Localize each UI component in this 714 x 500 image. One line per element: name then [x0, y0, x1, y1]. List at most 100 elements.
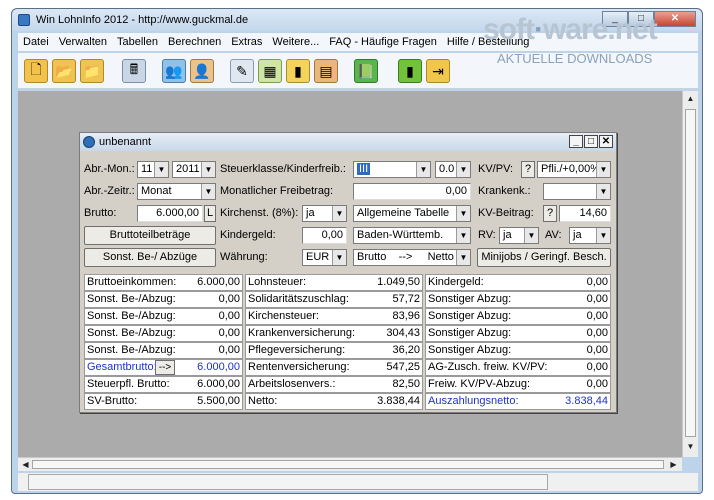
book-icon[interactable]: 📗: [354, 59, 378, 83]
steuerklasse-label: Steuerklasse/Kinderfreib.:: [220, 163, 346, 175]
child-title: unbenannt: [99, 136, 151, 148]
folder-icon[interactable]: 📁: [80, 59, 104, 83]
result-label: AG-Zusch. freiw. KV/PV:: [428, 361, 548, 373]
result-value: 0,00: [218, 310, 240, 322]
result-label: Netto:: [248, 395, 278, 407]
month-value: 11: [141, 163, 153, 175]
watermark-net: .net: [607, 13, 657, 46]
scroll-down-icon[interactable]: ▼: [685, 441, 696, 452]
chevron-down-icon: ▼: [332, 250, 346, 265]
av-value: ja: [573, 229, 582, 241]
exit-icon[interactable]: ⇥: [426, 59, 450, 83]
kv-beitrag-field[interactable]: 14,60: [559, 205, 611, 222]
scroll-right-icon[interactable]: ▶: [668, 459, 679, 470]
menu-verwalten[interactable]: Verwalten: [54, 36, 112, 48]
child-maximize-button[interactable]: □: [584, 135, 598, 148]
result-value: 0,00: [586, 310, 608, 322]
result-value: 6.000,00: [197, 378, 240, 390]
pencil-icon[interactable]: ✎: [230, 59, 254, 83]
result-value: 0,00: [218, 327, 240, 339]
users-icon[interactable]: 👥: [162, 59, 186, 83]
new-doc-icon[interactable]: 🗋: [24, 59, 48, 83]
freibetrag-label: Monatlicher Freibetrag:: [220, 185, 334, 197]
horizontal-scroll-thumb[interactable]: [32, 460, 664, 469]
result-label: Kindergeld:: [428, 276, 484, 288]
bar-chart-icon[interactable]: ▮: [286, 59, 310, 83]
chevron-down-icon: ▼: [416, 162, 430, 177]
rv-select[interactable]: ja ▼: [499, 227, 539, 244]
menu-datei[interactable]: Datei: [18, 36, 54, 48]
chevron-down-icon: ▼: [456, 162, 470, 177]
open-folder-icon[interactable]: 📂: [52, 59, 76, 83]
kirchenst-select[interactable]: ja ▼: [302, 205, 347, 222]
av-select[interactable]: ja ▼: [569, 227, 611, 244]
gesamtbrutto-arrow-button[interactable]: -->: [155, 360, 175, 375]
result-label: SV-Brutto:: [87, 395, 138, 407]
minijobs-button[interactable]: Minijobs / Geringf. Besch.: [477, 248, 611, 267]
waehrung-select[interactable]: EUR ▼: [302, 249, 347, 266]
year-select[interactable]: 2011 ▼: [172, 161, 216, 178]
month-select[interactable]: 11 ▼: [137, 161, 169, 178]
result-label: Solidaritätszuschlag:: [248, 293, 349, 305]
chevron-down-icon: ▼: [201, 184, 215, 199]
sonst-beabzuege-button[interactable]: Sonst. Be-/ Abzüge: [84, 248, 216, 267]
bundesland-select[interactable]: Baden-Württemb. ▼: [353, 227, 471, 244]
child-minimize-button[interactable]: _: [569, 135, 583, 148]
result-row: Solidaritätszuschlag: 57,72: [245, 291, 423, 308]
kirchenst-label: Kirchenst. (8%):: [220, 207, 299, 219]
calendar-icon[interactable]: ▦: [258, 59, 282, 83]
result-label: Gesamtbrutto:: [87, 361, 157, 373]
kv-help-button[interactable]: ?: [543, 205, 557, 222]
result-label: Sonst. Be-/Abzug:: [87, 293, 176, 305]
child-close-button[interactable]: ✕: [599, 135, 613, 148]
steuerklasse-select[interactable]: III ▼: [353, 161, 431, 178]
result-row: Gesamtbrutto: --> 6.000,00: [84, 359, 243, 376]
result-value: 0,00: [218, 344, 240, 356]
freibetrag-field[interactable]: 0,00: [353, 183, 471, 200]
kindergeld-field[interactable]: 0,00: [302, 227, 347, 244]
brutto-label: Brutto:: [84, 207, 117, 219]
result-row: Sonst. Be-/Abzug: 0,00: [84, 325, 243, 342]
horizontal-scrollbar[interactable]: ◀ ▶: [18, 457, 682, 471]
rv-label: RV:: [478, 229, 496, 241]
window-title: Win LohnInfo 2012 - http://www.guckmal.d…: [36, 14, 249, 26]
brutto-netto-value: Brutto --> Netto: [357, 251, 454, 263]
rv-value: ja: [503, 229, 512, 241]
result-label: Rentenversicherung:: [248, 361, 350, 373]
result-label: Sonst. Be-/Abzug:: [87, 327, 176, 339]
result-row: Sonstiger Abzug: 0,00: [425, 308, 611, 325]
menu-extras[interactable]: Extras: [226, 36, 267, 48]
kinderfreib-select[interactable]: 0.0 ▼: [435, 161, 471, 178]
vertical-scroll-thumb[interactable]: [685, 109, 696, 437]
brutto-field[interactable]: 6.000,00: [137, 205, 203, 222]
brutto-netto-select[interactable]: Brutto --> Netto ▼: [353, 249, 471, 266]
menu-tabellen[interactable]: Tabellen: [112, 36, 163, 48]
vertical-scrollbar[interactable]: ▲ ▼: [682, 91, 698, 457]
kvpv-help-button[interactable]: ?: [521, 161, 535, 178]
zeitraum-select[interactable]: Monat ▼: [137, 183, 216, 200]
menu-berechnen[interactable]: Berechnen: [163, 36, 226, 48]
calculator-icon[interactable]: 🖩: [122, 59, 146, 83]
steuerklasse-value: III: [357, 163, 371, 175]
result-label: Sonst. Be-/Abzug:: [87, 344, 176, 356]
scroll-left-icon[interactable]: ◀: [20, 459, 31, 470]
menu-weitere[interactable]: Weitere...: [267, 36, 324, 48]
result-value: 6.000,00: [197, 361, 240, 373]
tabelle-select[interactable]: Allgemeine Tabelle ▼: [353, 205, 471, 222]
brutto-l-button[interactable]: L: [204, 205, 216, 222]
krankenk-select[interactable]: ▼: [543, 183, 611, 200]
bruttoteilbetraege-button[interactable]: Bruttoteilbeträge: [84, 226, 216, 245]
result-label: Arbeitslosenvers.:: [248, 378, 336, 390]
table-icon[interactable]: ▤: [314, 59, 338, 83]
result-row: Sonstiger Abzug: 0,00: [425, 291, 611, 308]
result-value: 547,25: [386, 361, 420, 373]
kvpv-select[interactable]: Pfli./+0,00% ▼: [537, 161, 611, 178]
menu-faq[interactable]: FAQ - Häufige Fragen: [324, 36, 442, 48]
result-row: Bruttoeinkommen: 6.000,00: [84, 274, 243, 291]
result-row: SV-Brutto: 5.500,00: [84, 393, 243, 410]
result-row: Sonst. Be-/Abzug: 0,00: [84, 291, 243, 308]
abr-zeitr-label: Abr.-Zeitr.:: [84, 185, 135, 197]
person-card-icon[interactable]: 👤: [190, 59, 214, 83]
scroll-up-icon[interactable]: ▲: [685, 93, 696, 104]
green-book-icon[interactable]: ▮: [398, 59, 422, 83]
